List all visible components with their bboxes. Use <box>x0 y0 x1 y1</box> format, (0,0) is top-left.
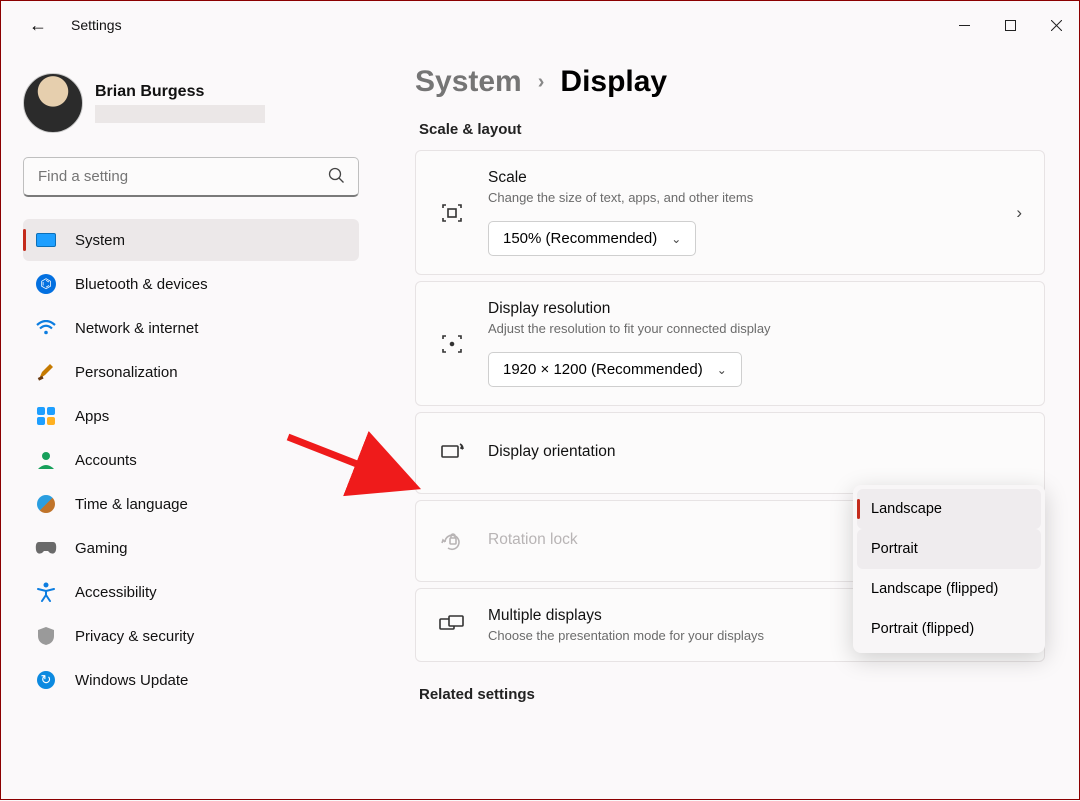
resolution-dropdown[interactable]: 1920 × 1200 (Recommended) ⌄ <box>488 352 742 387</box>
nav-label: Personalization <box>75 364 178 381</box>
user-name: Brian Burgess <box>95 83 265 101</box>
search-input[interactable] <box>23 157 359 197</box>
gamepad-icon <box>35 537 57 559</box>
minimize-button[interactable] <box>941 10 987 40</box>
lock-rotate-icon <box>438 527 466 555</box>
nav-privacy[interactable]: Privacy & security <box>23 615 359 657</box>
breadcrumb: System › Display <box>415 65 1045 99</box>
nav-label: Privacy & security <box>75 628 194 645</box>
maximize-button[interactable] <box>987 10 1033 40</box>
window-controls <box>941 10 1079 40</box>
nav-accessibility[interactable]: Accessibility <box>23 571 359 613</box>
update-icon: ↻ <box>35 669 57 691</box>
orientation-option-landscape[interactable]: Landscape <box>857 489 1041 529</box>
wifi-icon <box>35 317 57 339</box>
search-icon <box>328 167 345 189</box>
scale-dropdown[interactable]: 150% (Recommended) ⌄ <box>488 221 696 256</box>
nav-label: Accounts <box>75 452 137 469</box>
back-button[interactable]: ← <box>29 16 47 34</box>
card-resolution: Display resolution Adjust the resolution… <box>415 281 1045 406</box>
nav-update[interactable]: ↻ Windows Update <box>23 659 359 701</box>
nav-personalization[interactable]: Personalization <box>23 351 359 393</box>
chevron-right-icon[interactable]: › <box>1016 203 1022 223</box>
shield-icon <box>35 625 57 647</box>
nav-label: Gaming <box>75 540 128 557</box>
orientation-icon <box>438 439 466 467</box>
section-scale-layout: Scale & layout <box>419 121 1045 138</box>
nav-system[interactable]: System <box>23 219 359 261</box>
nav-label: Apps <box>75 408 109 425</box>
globe-clock-icon <box>35 493 57 515</box>
nav-label: Windows Update <box>75 672 188 689</box>
nav-network[interactable]: Network & internet <box>23 307 359 349</box>
multidisplay-icon <box>438 611 466 639</box>
resolution-icon <box>438 330 466 358</box>
scale-icon <box>438 199 466 227</box>
main-content: System › Display Scale & layout Scale Ch… <box>381 49 1079 801</box>
user-email-redacted <box>95 105 265 123</box>
orientation-option-portrait[interactable]: Portrait <box>857 529 1041 569</box>
orientation-option-landscape-flipped[interactable]: Landscape (flipped) <box>857 569 1041 609</box>
nav-bluetooth[interactable]: ⌬ Bluetooth & devices <box>23 263 359 305</box>
brush-icon <box>35 361 57 383</box>
titlebar: ← Settings <box>1 1 1079 49</box>
resolution-desc: Adjust the resolution to fit your connec… <box>488 321 1022 336</box>
scale-title: Scale <box>488 169 994 187</box>
nav-label: System <box>75 232 125 249</box>
person-icon <box>35 449 57 471</box>
apps-icon <box>35 405 57 427</box>
scale-value: 150% (Recommended) <box>503 230 657 247</box>
nav-time[interactable]: Time & language <box>23 483 359 525</box>
avatar <box>23 73 83 133</box>
section-related: Related settings <box>419 686 1045 703</box>
bluetooth-icon: ⌬ <box>35 273 57 295</box>
nav-label: Bluetooth & devices <box>75 276 208 293</box>
card-orientation[interactable]: Display orientation <box>415 412 1045 494</box>
nav-gaming[interactable]: Gaming <box>23 527 359 569</box>
nav-label: Time & language <box>75 496 188 513</box>
orientation-title: Display orientation <box>488 443 1022 461</box>
system-icon <box>35 229 57 251</box>
orientation-option-portrait-flipped[interactable]: Portrait (flipped) <box>857 609 1041 649</box>
nav-apps[interactable]: Apps <box>23 395 359 437</box>
nav-list: System ⌬ Bluetooth & devices Network & i… <box>23 219 359 701</box>
nav-label: Accessibility <box>75 584 157 601</box>
resolution-value: 1920 × 1200 (Recommended) <box>503 361 703 378</box>
chevron-down-icon: ⌄ <box>717 363 727 377</box>
chevron-down-icon: ⌄ <box>671 232 681 246</box>
card-scale[interactable]: Scale Change the size of text, apps, and… <box>415 150 1045 275</box>
nav-accounts[interactable]: Accounts <box>23 439 359 481</box>
chevron-right-icon: › <box>538 71 545 94</box>
crumb-parent[interactable]: System <box>415 65 522 99</box>
search-box[interactable] <box>23 157 359 197</box>
nav-label: Network & internet <box>75 320 198 337</box>
app-title: Settings <box>71 17 122 33</box>
scale-desc: Change the size of text, apps, and other… <box>488 190 994 205</box>
orientation-menu: Landscape Portrait Landscape (flipped) P… <box>853 485 1045 653</box>
sidebar: Brian Burgess System ⌬ Bluetooth & devic… <box>1 49 381 801</box>
profile[interactable]: Brian Burgess <box>23 65 359 151</box>
close-button[interactable] <box>1033 10 1079 40</box>
resolution-title: Display resolution <box>488 300 1022 318</box>
accessibility-icon <box>35 581 57 603</box>
crumb-current: Display <box>560 65 667 99</box>
